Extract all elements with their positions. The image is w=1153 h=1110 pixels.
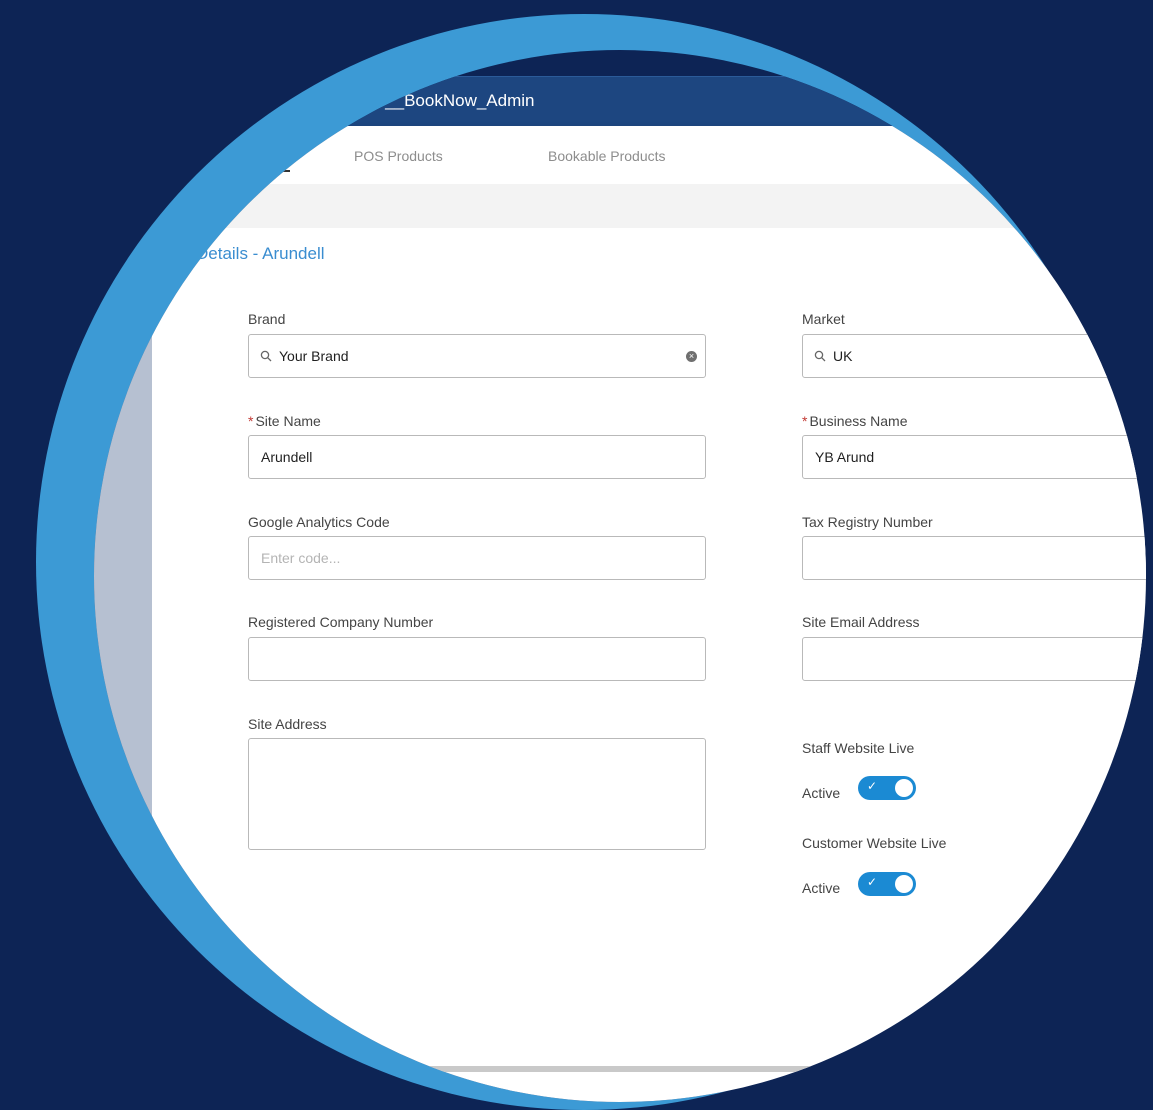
check-icon: ✓	[867, 875, 878, 889]
tax-registry-field[interactable]	[802, 536, 1146, 580]
site-name-value: Arundell	[261, 449, 313, 465]
toggle-knob	[895, 875, 913, 893]
brand-label: Brand	[248, 311, 286, 327]
page-header-band	[94, 184, 1146, 228]
site-address-textarea[interactable]	[248, 738, 706, 850]
staff-website-state: Active	[802, 785, 841, 801]
site-name-label: * Site Name	[248, 413, 321, 429]
site-address-label: Site Address	[248, 716, 327, 732]
magnifier-ring: now__BookNow_Admin POS Products Bookable…	[36, 14, 1146, 1110]
customer-website-label: Customer Website Live	[802, 835, 947, 851]
active-tab-indicator	[256, 170, 290, 172]
google-analytics-placeholder: Enter code...	[261, 550, 341, 566]
magnified-view: now__BookNow_Admin POS Products Bookable…	[94, 50, 1146, 1102]
site-email-label: Site Email Address	[802, 614, 920, 630]
search-icon	[260, 350, 272, 362]
brand-lookup[interactable]: Your Brand ×	[248, 334, 706, 378]
tab-bookable-products[interactable]: Bookable Products	[548, 148, 666, 164]
market-lookup[interactable]: UK	[802, 334, 1146, 378]
app-title: now__BookNow_Admin	[354, 91, 535, 110]
google-analytics-label: Google Analytics Code	[248, 514, 390, 530]
market-label: Market	[802, 311, 845, 327]
site-name-field[interactable]: Arundell	[248, 435, 706, 479]
brand-value: Your Brand	[279, 348, 349, 364]
business-name-value: YB Arund	[815, 449, 875, 465]
company-number-label: Registered Company Number	[248, 614, 434, 630]
business-name-field[interactable]: YB Arund	[802, 435, 1146, 479]
left-panel-shadow	[94, 314, 152, 1074]
site-email-field[interactable]	[802, 637, 1146, 681]
toggle-knob	[895, 779, 913, 797]
search-icon	[814, 350, 826, 362]
required-marker: *	[248, 413, 254, 429]
app-title-bar: now__BookNow_Admin	[94, 76, 1146, 127]
google-analytics-field[interactable]: Enter code...	[248, 536, 706, 580]
customer-website-state: Active	[802, 880, 841, 896]
page-title: Details - Arundell	[196, 244, 325, 263]
required-marker: *	[802, 413, 808, 429]
check-icon: ✓	[867, 779, 878, 793]
business-name-label: * Business Name	[802, 413, 908, 429]
app-screen: now__BookNow_Admin POS Products Bookable…	[94, 50, 1146, 1102]
customer-website-toggle[interactable]: ✓	[858, 872, 916, 896]
staff-website-label: Staff Website Live	[802, 740, 915, 756]
panel-bottom-edge	[94, 1066, 1146, 1072]
tab-bar: POS Products Bookable Products	[94, 126, 1146, 184]
company-number-field[interactable]	[248, 637, 706, 681]
staff-website-toggle[interactable]: ✓	[858, 776, 916, 800]
clear-icon[interactable]: ×	[686, 351, 697, 362]
tab-pos-products[interactable]: POS Products	[354, 148, 443, 164]
tax-registry-label: Tax Registry Number	[802, 514, 933, 530]
market-value: UK	[833, 348, 853, 364]
